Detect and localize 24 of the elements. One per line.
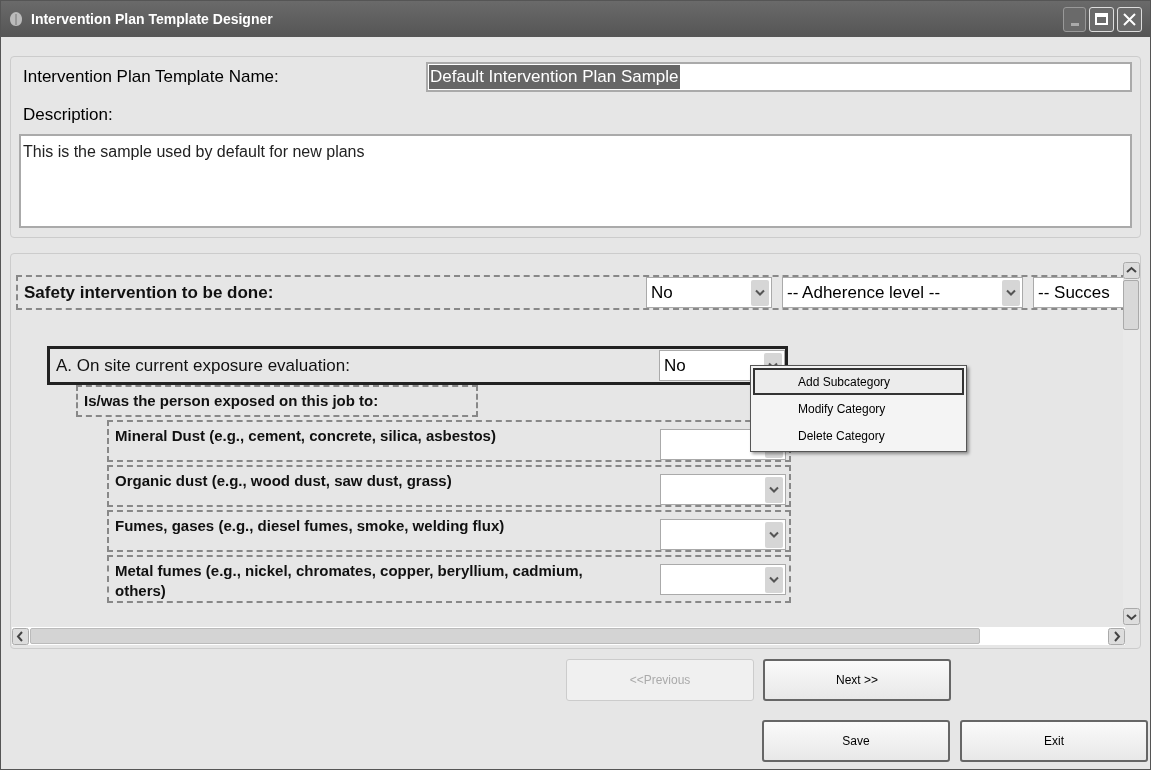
template-name-field[interactable]: Default Intervention Plan Sample bbox=[426, 62, 1132, 92]
dropdown[interactable]: No bbox=[646, 277, 772, 308]
question-label: Is/was the person exposed on this job to: bbox=[84, 390, 380, 411]
item-label: Metal fumes (e.g., nickel, chromates, copper, beryllium, cadmium, others) bbox=[115, 561, 584, 601]
menu-item[interactable]: Modify Category bbox=[753, 395, 964, 422]
item-row[interactable]: Fumes, gases (e.g., diesel fumes, smoke, welding flux) bbox=[107, 510, 791, 552]
menu-item[interactable]: Add Subcategory bbox=[753, 368, 964, 395]
dropdown[interactable]: -- Succes bbox=[1033, 277, 1125, 308]
item-row[interactable]: Metal fumes (e.g., nickel, chromates, copper, beryllium, cadmium, others) bbox=[107, 555, 791, 603]
description-field[interactable]: This is the sample used by default for new plans bbox=[19, 133, 1132, 228]
category-label: A. On site current exposure evaluation: bbox=[56, 354, 351, 377]
window-title: Intervention Plan Template Designer bbox=[31, 9, 274, 29]
item-label: Fumes, gases (e.g., diesel fumes, smoke, welding flux) bbox=[115, 516, 506, 536]
field-label: Intervention Plan Template Name: bbox=[22, 66, 280, 89]
dropdown[interactable]: -- Adherence level -- bbox=[782, 277, 1023, 308]
action-button[interactable]: Save bbox=[762, 720, 950, 762]
item-label: Organic dust (e.g., wood dust, saw dust, grass) bbox=[115, 471, 453, 491]
item-label: Mineral Dust (e.g., cement, concrete, silica, asbestos) bbox=[115, 426, 497, 446]
item-row[interactable]: Organic dust (e.g., wood dust, saw dust, grass) bbox=[107, 465, 791, 507]
question-row[interactable]: Is/was the person exposed on this job to: bbox=[76, 385, 478, 417]
action-button[interactable]: Exit bbox=[960, 720, 1148, 762]
field-label: Description: bbox=[22, 104, 114, 126]
action-button[interactable]: Next >> bbox=[763, 659, 951, 701]
category-label: Safety intervention to be done: bbox=[24, 281, 275, 304]
